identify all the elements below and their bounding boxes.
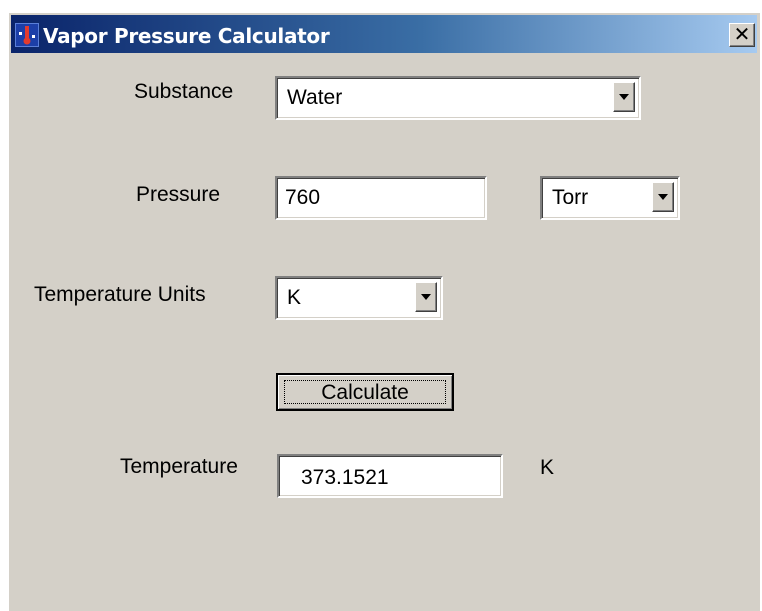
title-bar[interactable]: Vapor Pressure Calculator ✕ xyxy=(11,15,757,53)
temperature-result-field: 373.1521 xyxy=(277,454,503,498)
temperature-result-unit: K xyxy=(540,456,555,479)
calculate-button-label: Calculate xyxy=(321,381,409,404)
calculate-button[interactable]: Calculate xyxy=(276,373,454,411)
close-icon: ✕ xyxy=(733,22,751,46)
chevron-down-icon xyxy=(421,294,431,300)
calculator-window: Vapor Pressure Calculator ✕ Substance Wa… xyxy=(8,12,760,611)
temperature-units-label: Temperature Units xyxy=(34,283,206,306)
temperature-units-dropdown[interactable]: K xyxy=(275,276,443,320)
temperature-result-label: Temperature xyxy=(120,455,238,478)
chevron-down-icon xyxy=(619,94,629,100)
temperature-result-value: 373.1521 xyxy=(301,466,389,489)
pressure-unit-value: Torr xyxy=(552,186,589,209)
substance-dropdown[interactable]: Water xyxy=(275,76,641,120)
pressure-unit-dropdown-button[interactable] xyxy=(652,182,674,212)
pressure-value: 760 xyxy=(285,186,321,209)
close-button[interactable]: ✕ xyxy=(729,23,755,47)
pressure-unit-dropdown[interactable]: Torr xyxy=(540,176,680,220)
substance-value: Water xyxy=(287,86,343,109)
window-title: Vapor Pressure Calculator xyxy=(43,24,330,48)
pressure-input[interactable]: 760 xyxy=(275,176,487,220)
pressure-label: Pressure xyxy=(136,183,221,206)
temperature-units-dropdown-button[interactable] xyxy=(415,282,437,312)
substance-label: Substance xyxy=(134,80,234,103)
substance-dropdown-button[interactable] xyxy=(613,82,635,112)
chevron-down-icon xyxy=(658,194,668,200)
app-thermometer-icon xyxy=(15,23,39,47)
temperature-units-value: K xyxy=(287,286,302,309)
